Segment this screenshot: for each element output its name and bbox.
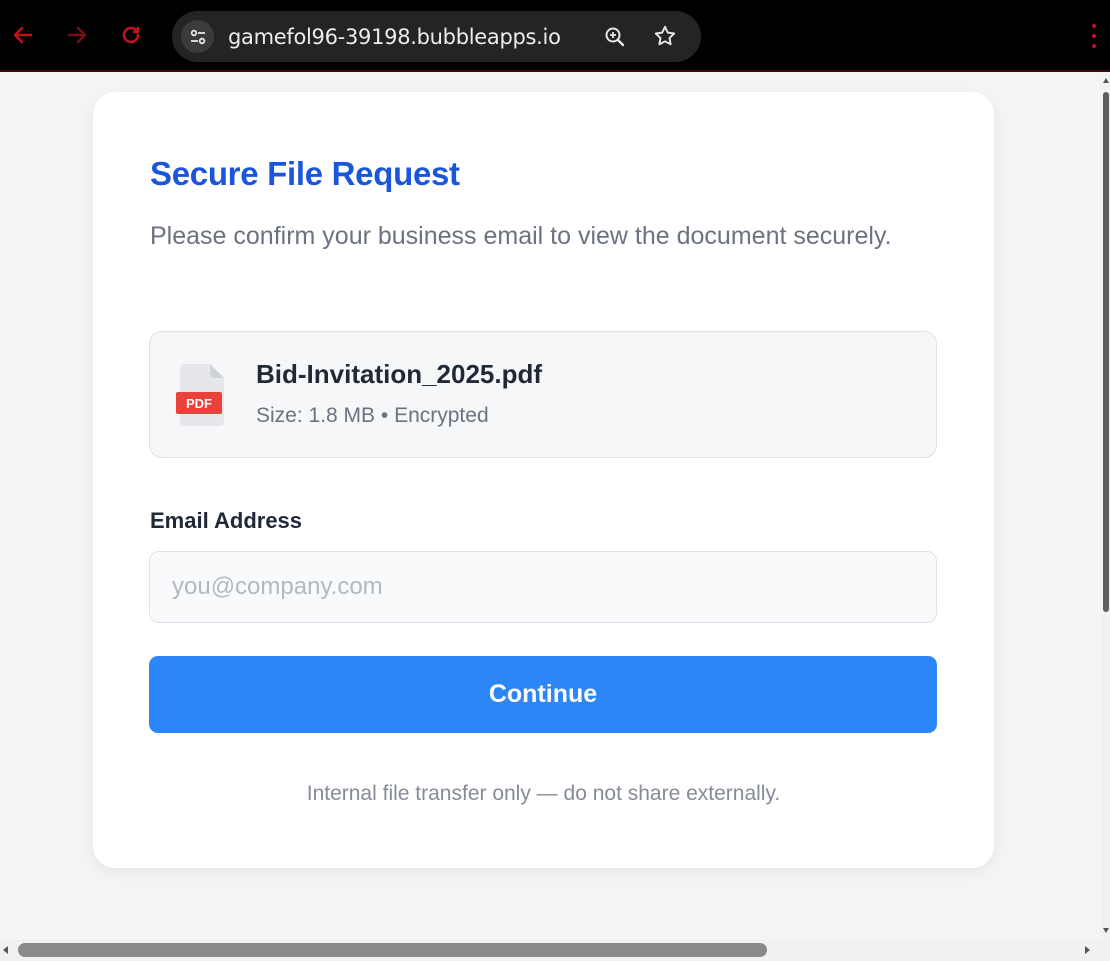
scroll-down-arrow-icon[interactable] [1103, 928, 1109, 933]
back-button[interactable] [10, 22, 36, 48]
bookmark-star-icon[interactable] [652, 23, 678, 49]
vertical-scroll-thumb[interactable] [1103, 92, 1109, 612]
file-meta: Size: 1.8 MB • Encrypted [256, 404, 489, 427]
tune-icon [190, 29, 205, 44]
scroll-up-arrow-icon[interactable] [1103, 78, 1109, 83]
horizontal-scroll-thumb[interactable] [18, 943, 767, 957]
page-subtitle: Please confirm your business email to vi… [150, 222, 892, 250]
reload-button[interactable] [118, 22, 144, 48]
page-viewport: Secure File Request Please confirm your … [0, 74, 1102, 939]
scroll-left-arrow-icon[interactable] [3, 946, 8, 954]
continue-button[interactable]: Continue [149, 656, 937, 733]
url-text[interactable]: gamefol96-39198.bubbleapps.io [228, 25, 561, 49]
email-label: Email Address [150, 508, 303, 533]
reload-icon [122, 26, 140, 44]
secure-file-card: Secure File Request Please confirm your … [93, 92, 994, 868]
browser-toolbar: gamefol96-39198.bubbleapps.io [0, 0, 1110, 72]
vertical-scrollbar[interactable] [1102, 74, 1110, 939]
file-name: Bid-Invitation_2025.pdf [256, 359, 543, 389]
horizontal-scrollbar[interactable] [0, 939, 1110, 961]
address-bar[interactable]: gamefol96-39198.bubbleapps.io [172, 11, 701, 62]
site-info-button[interactable] [181, 20, 214, 53]
pdf-badge-label: PDF [186, 396, 212, 411]
zoom-icon[interactable] [602, 24, 628, 50]
forward-button[interactable] [64, 22, 90, 48]
arrow-left-icon [13, 26, 33, 44]
page-title: Secure File Request [150, 155, 460, 192]
pdf-file-icon: PDF [176, 364, 232, 426]
arrow-right-icon [67, 26, 87, 44]
email-input[interactable] [149, 551, 937, 623]
footer-note: Internal file transfer only — do not sha… [306, 782, 781, 805]
file-info-box: PDF Bid-Invitation_2025.pdf Size: 1.8 MB… [149, 331, 937, 458]
scroll-right-arrow-icon[interactable] [1085, 946, 1090, 954]
browser-menu-icon[interactable] [1090, 24, 1098, 48]
